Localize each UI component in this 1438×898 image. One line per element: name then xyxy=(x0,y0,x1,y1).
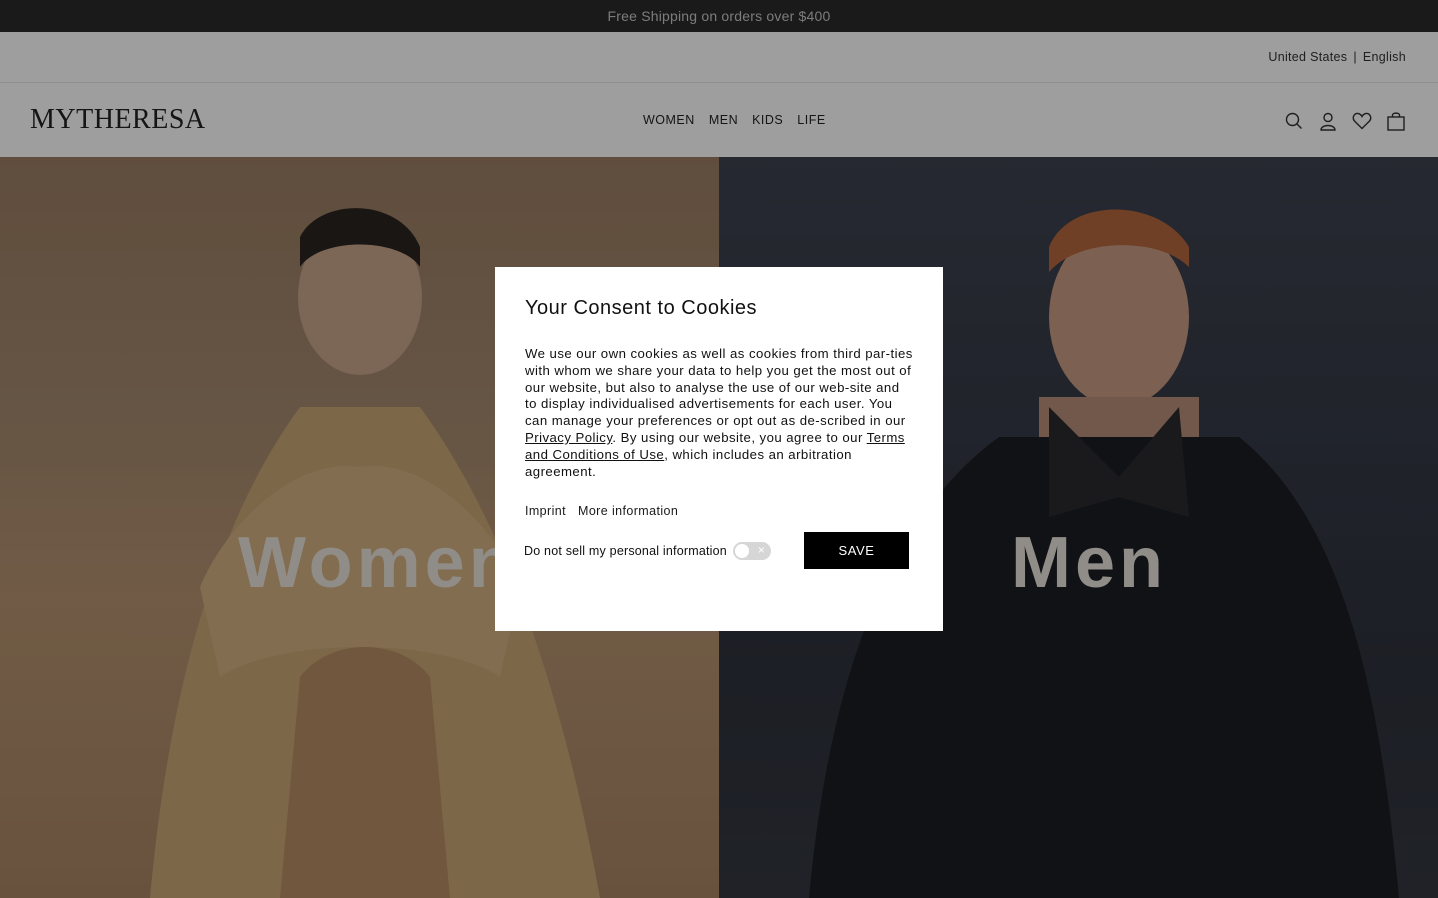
cookie-consent-dialog: Your Consent to Cookies We use our own c… xyxy=(495,267,943,631)
toggle-knob xyxy=(734,544,749,558)
do-not-sell-label: Do not sell my personal information xyxy=(524,544,727,558)
toggle-off-icon: × xyxy=(757,543,765,557)
consent-body: We use our own cookies as well as cookie… xyxy=(525,346,913,480)
imprint-link[interactable]: Imprint xyxy=(525,504,566,518)
consent-links: Imprint More information xyxy=(525,504,913,518)
privacy-policy-link[interactable]: Privacy Policy xyxy=(525,430,612,445)
consent-body-part-2: . By using our website, you agree to our xyxy=(612,429,867,445)
consent-body-part-1: We use our own cookies as well as cookie… xyxy=(525,346,913,429)
save-button[interactable]: SAVE xyxy=(804,532,909,569)
more-information-link[interactable]: More information xyxy=(578,504,678,518)
consent-title: Your Consent to Cookies xyxy=(525,297,758,319)
do-not-sell-toggle[interactable]: × xyxy=(732,542,771,560)
consent-controls: Do not sell my personal information × SA… xyxy=(524,532,914,570)
